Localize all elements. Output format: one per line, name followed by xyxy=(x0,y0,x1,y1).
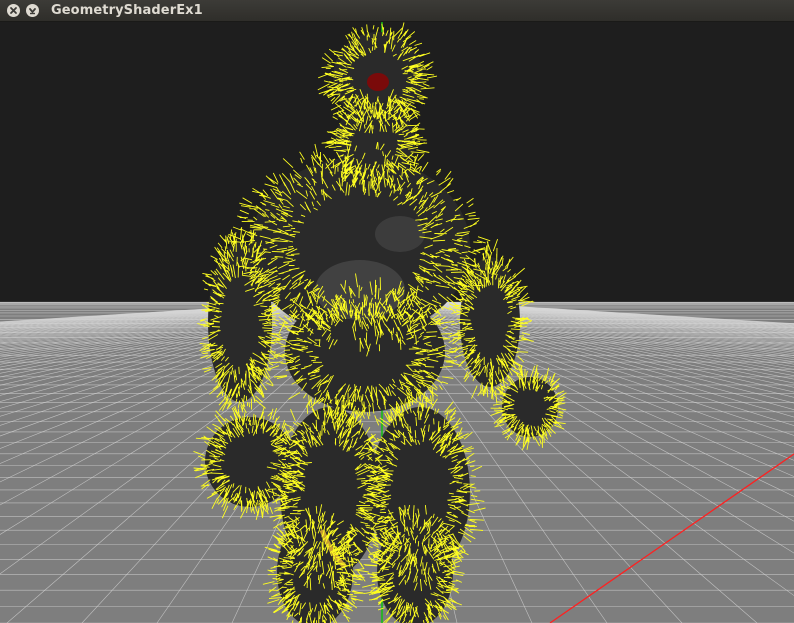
close-icon[interactable] xyxy=(7,4,20,17)
window-title: GeometryShaderEx1 xyxy=(51,3,203,18)
scene-canvas xyxy=(0,22,794,623)
app-window: GeometryShaderEx1 xyxy=(0,0,794,623)
title-bar: GeometryShaderEx1 xyxy=(0,0,794,22)
render-viewport[interactable] xyxy=(0,22,794,623)
minimize-icon[interactable] xyxy=(26,4,39,17)
